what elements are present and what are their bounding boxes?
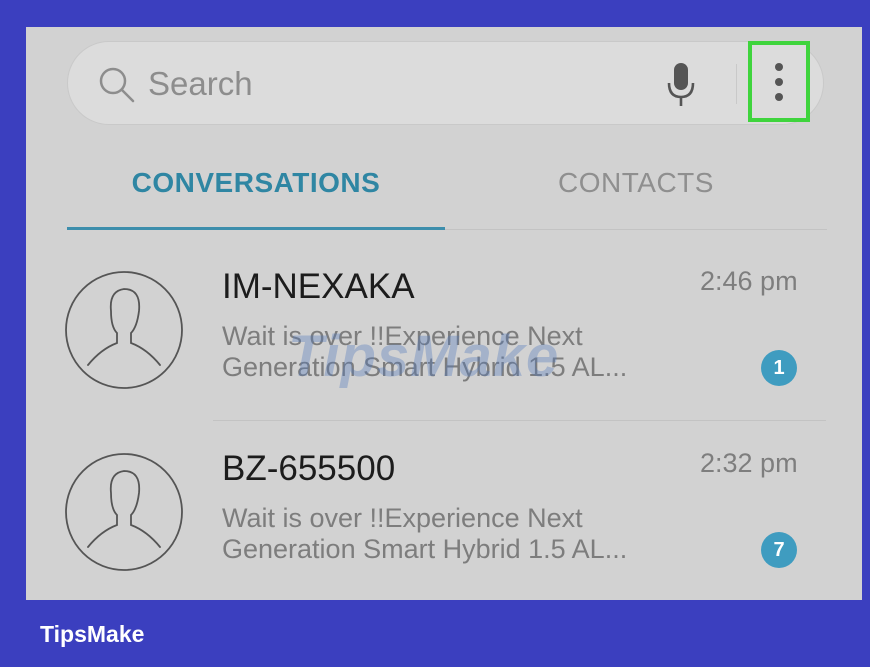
more-vertical-icon: [775, 63, 783, 71]
search-icon: [99, 67, 135, 103]
unread-badge: 7: [761, 532, 797, 568]
search-bar[interactable]: Search: [67, 41, 824, 125]
messages-screen: Search CONVERSATIONS CONTACTS IM-NEXAKA …: [26, 27, 862, 600]
message-time: 2:46 pm: [700, 266, 798, 296]
more-vertical-icon: [775, 78, 783, 86]
person-avatar-icon: [65, 271, 183, 389]
tab-contacts[interactable]: CONTACTS: [445, 160, 827, 206]
message-preview: Wait is over !!Experience Next Generatio…: [222, 321, 627, 383]
active-tab-indicator: [67, 227, 445, 230]
conversation-item[interactable]: IM-NEXAKA 2:46 pm Wait is over !!Experie…: [26, 255, 862, 435]
preview-line: Wait is over !!Experience Next: [222, 503, 583, 533]
message-time: 2:32 pm: [700, 448, 798, 478]
brand-label: TipsMake: [40, 621, 145, 647]
conversation-item[interactable]: BZ-655500 2:32 pm Wait is over !!Experie…: [26, 437, 862, 600]
divider: [736, 64, 737, 104]
tab-conversations[interactable]: CONVERSATIONS: [67, 160, 445, 206]
preview-line: Generation Smart Hybrid 1.5 AL...: [222, 352, 628, 382]
preview-line: Generation Smart Hybrid 1.5 AL...: [222, 534, 628, 564]
message-preview: Wait is over !!Experience Next Generatio…: [222, 503, 627, 565]
more-vertical-icon: [775, 93, 783, 101]
sender-name: BZ-655500: [222, 449, 396, 488]
unread-badge: 1: [761, 350, 797, 386]
search-input[interactable]: Search: [148, 42, 253, 126]
preview-line: Wait is over !!Experience Next: [222, 321, 583, 351]
mic-icon[interactable]: [666, 62, 696, 108]
more-options-button[interactable]: [748, 41, 810, 122]
person-avatar-icon: [65, 453, 183, 571]
list-divider: [213, 420, 826, 421]
tab-divider: [445, 229, 827, 230]
sender-name: IM-NEXAKA: [222, 267, 415, 306]
